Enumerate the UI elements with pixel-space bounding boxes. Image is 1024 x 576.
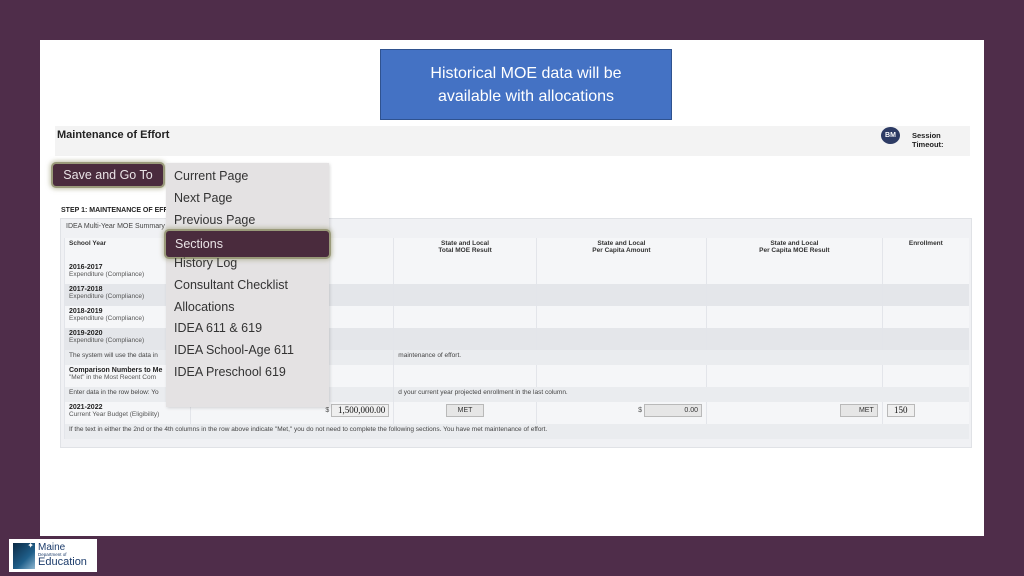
column-header: State and Local Total MOE Result: [393, 238, 537, 262]
menu-item-allocations[interactable]: Allocations: [174, 300, 234, 314]
menu-item-next-page[interactable]: Next Page: [174, 191, 232, 205]
go-to-dropdown-menu: Current Page Next Page Previous Page Sec…: [166, 163, 329, 407]
app-header: Maintenance of Effort BM Session Timeout…: [55, 126, 970, 156]
panel-title: IDEA Multi-Year MOE Summary: [66, 223, 165, 230]
menu-item-previous-page[interactable]: Previous Page: [174, 213, 255, 227]
callout-line-1: Historical MOE data will be: [430, 64, 622, 82]
column-header: State and Local Per Capita Amount: [535, 238, 707, 262]
column-header: State and Local Per Capita MOE Result: [706, 238, 883, 262]
logo-line-3: Education: [38, 556, 87, 569]
menu-item-idea-611-619[interactable]: IDEA 611 & 619: [174, 321, 262, 335]
menu-item-sections[interactable]: Sections: [166, 231, 329, 257]
session-timeout-label: Session Timeout:: [912, 131, 944, 149]
step-title: STEP 1: MAINTENANCE OF EFF: [61, 207, 168, 214]
callout-line-2: available with allocations: [437, 87, 615, 105]
footer-note-row: If the text in either the 2nd or the 4th…: [64, 424, 969, 439]
column-header: Enrollment: [881, 238, 969, 262]
menu-item-idea-school-age-611[interactable]: IDEA School-Age 611: [174, 343, 294, 357]
per-capita-moe-result-field: MET: [839, 404, 878, 417]
menu-item-history-log[interactable]: History Log: [174, 256, 237, 270]
user-avatar[interactable]: BM: [881, 127, 900, 144]
menu-item-consultant-checklist[interactable]: Consultant Checklist: [174, 278, 288, 292]
total-moe-result-field: MET: [446, 404, 485, 417]
total-amount-input[interactable]: 1,500,000.00: [331, 404, 390, 417]
enrollment-input[interactable]: 150: [886, 404, 915, 417]
save-and-go-to-button[interactable]: Save and Go To: [53, 164, 163, 186]
menu-item-idea-preschool-619[interactable]: IDEA Preschool 619: [174, 365, 286, 379]
callout-box: Historical MOE data will be available wi…: [380, 49, 672, 120]
logo-mark-icon: ✦: [13, 541, 35, 569]
maine-doe-logo: ✦ Maine Department of Education: [9, 539, 97, 572]
menu-item-current-page[interactable]: Current Page: [174, 169, 248, 183]
page-title: Maintenance of Effort: [57, 129, 170, 141]
per-capita-amount-field: 0.00: [644, 404, 703, 417]
